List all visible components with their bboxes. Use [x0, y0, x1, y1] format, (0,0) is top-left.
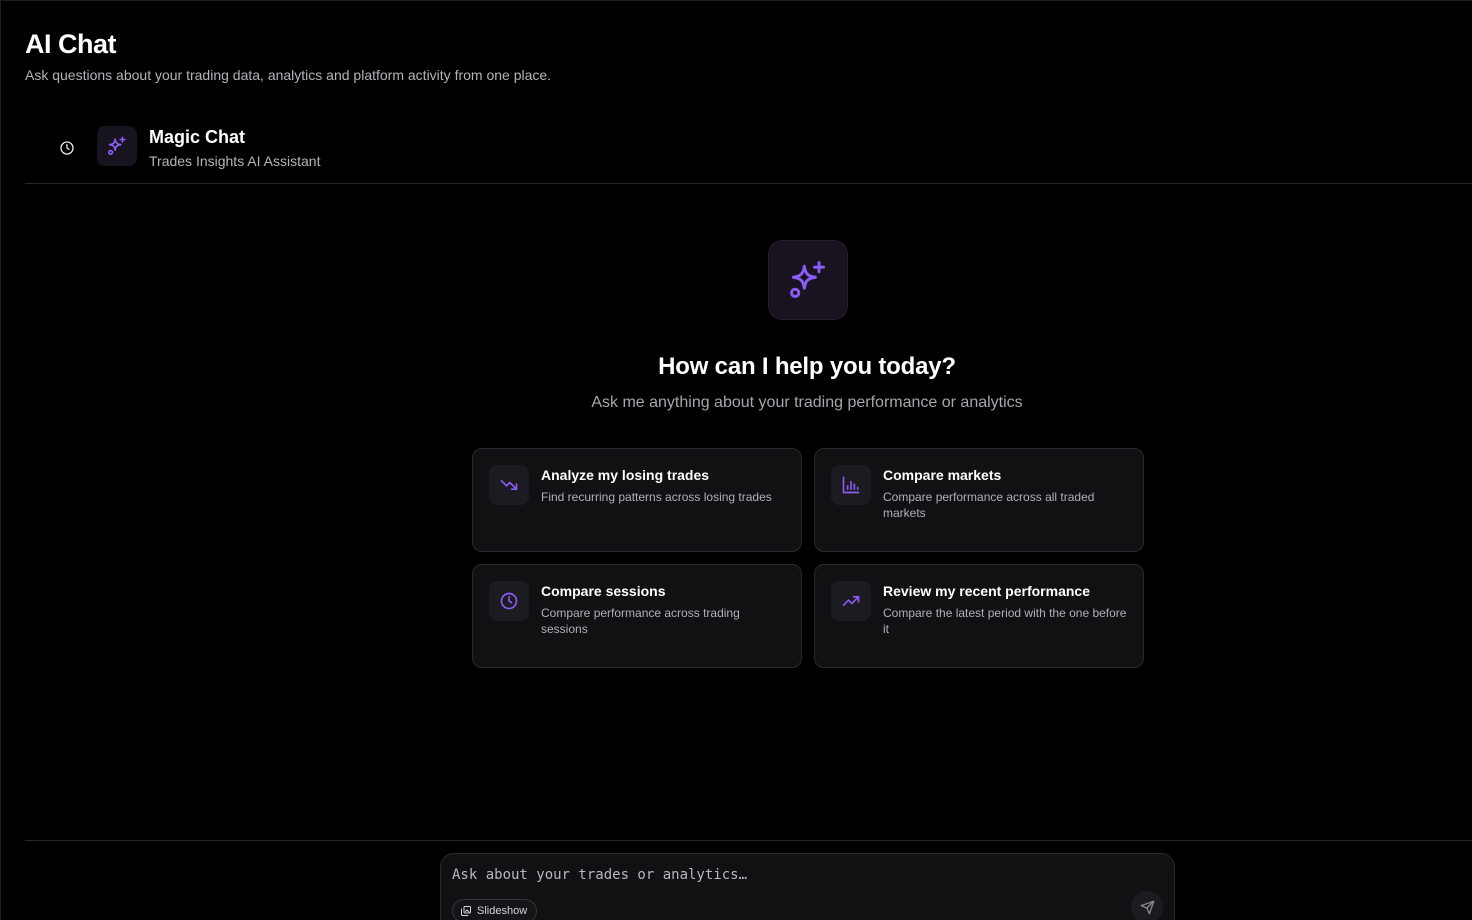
card-description: Find recurring patterns across losing tr…	[541, 490, 772, 504]
sparkles-icon	[790, 261, 826, 298]
message-input[interactable]	[452, 864, 1112, 886]
card-icon-tile	[489, 581, 529, 621]
slideshow-label: Slideshow	[477, 905, 528, 917]
card-title: Analyze my losing trades	[541, 467, 710, 483]
hero-subtitle: Ask me anything about your trading perfo…	[591, 394, 1023, 411]
card-icon-tile	[831, 465, 871, 505]
page-title: AI Chat	[25, 29, 117, 59]
card-description: Compare performance across all traded ma…	[883, 490, 1095, 520]
message-composer: Slideshow	[440, 853, 1175, 920]
clock-icon	[500, 592, 518, 610]
chat-header: Magic Chat Trades Insights AI Assistant	[25, 113, 1472, 184]
assistant-name: Magic Chat	[149, 127, 246, 147]
card-icon-tile	[489, 465, 529, 505]
card-description: Compare the latest period with the one b…	[883, 606, 1127, 636]
history-button[interactable]	[54, 135, 80, 161]
assistant-avatar	[97, 126, 137, 166]
suggestion-card-compare-sessions[interactable]: Compare sessions Compare performance acr…	[472, 564, 802, 668]
page-subtitle: Ask questions about your trading data, a…	[25, 67, 552, 83]
suggestion-card-compare-markets[interactable]: Compare markets Compare performance acro…	[814, 448, 1144, 552]
trending-up-icon	[842, 596, 860, 606]
card-title: Review my recent performance	[883, 583, 1090, 599]
trending-down-icon	[500, 480, 518, 490]
assistant-role: Trades Insights AI Assistant	[149, 153, 321, 169]
app-window: AI Chat Ask questions about your trading…	[0, 0, 1472, 920]
card-title: Compare sessions	[541, 583, 666, 599]
clock-icon	[60, 141, 74, 155]
bar-chart-icon	[842, 476, 860, 494]
card-description: Compare performance across trading sessi…	[541, 606, 740, 636]
sparkles-icon	[107, 136, 126, 156]
composer-divider	[25, 840, 1472, 841]
hero-icon-tile	[768, 240, 848, 320]
card-icon-tile	[831, 581, 871, 621]
send-icon	[1140, 900, 1154, 914]
slideshow-icon	[461, 906, 471, 916]
suggestion-card-review-recent-performance[interactable]: Review my recent performance Compare the…	[814, 564, 1144, 668]
suggestion-card-analyze-losing-trades[interactable]: Analyze my losing trades Find recurring …	[472, 448, 802, 552]
hero-title: How can I help you today?	[658, 353, 956, 380]
card-title: Compare markets	[883, 467, 1002, 483]
send-button[interactable]	[1131, 891, 1163, 920]
slideshow-button[interactable]: Slideshow	[452, 899, 538, 920]
page-header: AI Chat Ask questions about your trading…	[25, 27, 551, 83]
suggestion-grid: Analyze my losing trades Find recurring …	[472, 448, 1144, 668]
